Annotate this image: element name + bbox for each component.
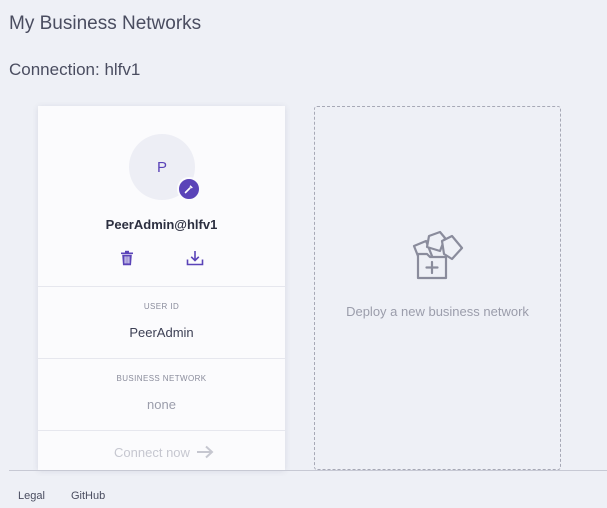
deploy-network-label: Deploy a new business network <box>346 304 529 319</box>
divider <box>38 286 285 287</box>
footer-divider <box>9 470 607 471</box>
card-name: PeerAdmin@hlfv1 <box>105 217 218 232</box>
avatar-initial: P <box>156 158 167 176</box>
page-title: My Business Networks <box>9 13 202 34</box>
user-id-value: PeerAdmin <box>129 325 194 340</box>
footer-link-github[interactable]: GitHub <box>71 490 105 502</box>
footer-link-legal[interactable]: Legal <box>18 490 45 502</box>
trash-icon <box>121 250 133 266</box>
business-network-label: BUSINESS NETWORK <box>116 374 207 383</box>
deploy-files-icon <box>412 230 464 280</box>
connect-now-button[interactable]: Connect now <box>110 440 218 464</box>
user-id-label: USER ID <box>143 302 180 311</box>
download-icon <box>186 251 204 266</box>
deploy-network-card[interactable]: Deploy a new business network <box>314 106 561 470</box>
divider <box>38 430 285 431</box>
connect-now-label: Connect now <box>114 444 190 460</box>
export-button[interactable] <box>185 248 205 268</box>
arrow-right-icon <box>196 445 214 459</box>
business-network-value: none <box>147 397 176 412</box>
connection-title: Connection: hlfv1 <box>9 60 141 79</box>
delete-button[interactable] <box>117 248 137 268</box>
divider <box>38 358 285 359</box>
edit-icon[interactable] <box>177 177 201 201</box>
identity-card: P PeerAdmin@hlfv1 USER ID PeerAdmin BUSI… <box>38 106 285 470</box>
